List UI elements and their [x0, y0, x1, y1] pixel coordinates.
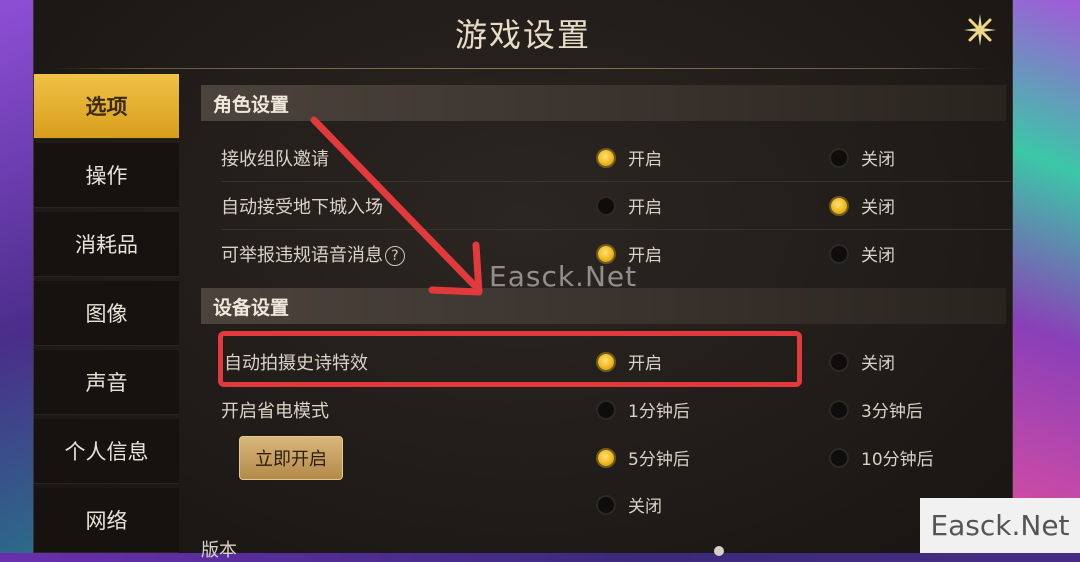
radio-dot [596, 399, 616, 420]
radio-label: 开启 [628, 198, 662, 218]
radio-dot [829, 147, 849, 168]
watermark-center: Easck.Net [489, 260, 638, 293]
radio-on[interactable]: 开启 [596, 193, 662, 218]
nav-item-label: 消耗品 [75, 233, 138, 257]
radio-3min[interactable]: 3分钟后 [829, 397, 923, 422]
radio-off[interactable]: 关闭 [829, 193, 895, 218]
radio-dot [829, 195, 849, 216]
radio-label: 1分钟后 [628, 402, 690, 422]
radio-label: 关闭 [861, 150, 895, 170]
settings-nav: 选项 操作 消耗品 图像 声音 个人信息 网络 [34, 74, 179, 557]
radio-dot [829, 351, 849, 372]
nav-item-options[interactable]: 选项 [34, 74, 179, 139]
radio-dot [596, 494, 616, 515]
radio-off[interactable]: 关闭 [596, 492, 662, 517]
radio-dot [829, 399, 849, 420]
nav-item-label: 图像 [85, 302, 128, 326]
radio-label: 关闭 [861, 246, 895, 266]
setting-row-power-saving-3: 关闭 [221, 482, 1011, 528]
background-right [1010, 0, 1080, 553]
radio-label: 3分钟后 [861, 402, 923, 422]
nav-item-profile[interactable]: 个人信息 [34, 419, 179, 484]
radio-dot [596, 195, 616, 216]
radio-1min[interactable]: 1分钟后 [596, 397, 690, 422]
nav-item-label: 个人信息 [64, 440, 149, 464]
nav-item-label: 网络 [85, 509, 128, 533]
nav-item-label: 操作 [85, 164, 128, 188]
radio-label: 关闭 [861, 198, 895, 218]
dialog-title: 游戏设置 [454, 16, 591, 54]
nav-item-consumables[interactable]: 消耗品 [34, 212, 179, 277]
nav-item-network[interactable]: 网络 [34, 488, 179, 553]
radio-off[interactable]: 关闭 [829, 241, 895, 266]
radio-label: 10分钟后 [861, 450, 934, 470]
version-label: 版本 [201, 540, 237, 561]
radio-dot [596, 147, 616, 168]
game-settings-dialog: 游戏设置 选项 操作 消耗品 图像 声音 个人信息 网络 角色设置 接收组队邀请… [33, 0, 1013, 561]
nav-item-label: 声音 [85, 371, 128, 395]
radio-off[interactable]: 关闭 [829, 349, 895, 374]
radio-off[interactable]: 关闭 [829, 145, 895, 170]
nav-item-controls[interactable]: 操作 [34, 143, 179, 208]
radio-label: 5分钟后 [628, 450, 690, 470]
setting-label: 开启省电模式 [221, 401, 329, 422]
radio-10min[interactable]: 10分钟后 [829, 445, 934, 470]
activate-now-button[interactable]: 立即开启 [239, 436, 343, 480]
nav-item-sound[interactable]: 声音 [34, 350, 179, 415]
radio-label: 关闭 [628, 497, 662, 517]
setting-row-power-saving: 开启省电模式 1分钟后 3分钟后 [221, 387, 1011, 433]
watermark-corner: Easck.Net [920, 498, 1080, 553]
radio-label: 开启 [628, 150, 662, 170]
radio-label: 关闭 [861, 354, 895, 374]
title-divider [54, 68, 992, 69]
scroll-indicator[interactable] [714, 546, 724, 556]
radio-dot [829, 447, 849, 468]
highlight-box [218, 331, 802, 387]
nav-item-graphics[interactable]: 图像 [34, 281, 179, 346]
radio-on[interactable]: 开启 [596, 145, 662, 170]
close-button[interactable] [962, 12, 998, 48]
nav-item-label: 选项 [85, 95, 128, 119]
radio-dot [829, 243, 849, 264]
radio-5min[interactable]: 5分钟后 [596, 445, 690, 470]
radio-dot [596, 447, 616, 468]
close-sparkle-icon [964, 14, 996, 46]
